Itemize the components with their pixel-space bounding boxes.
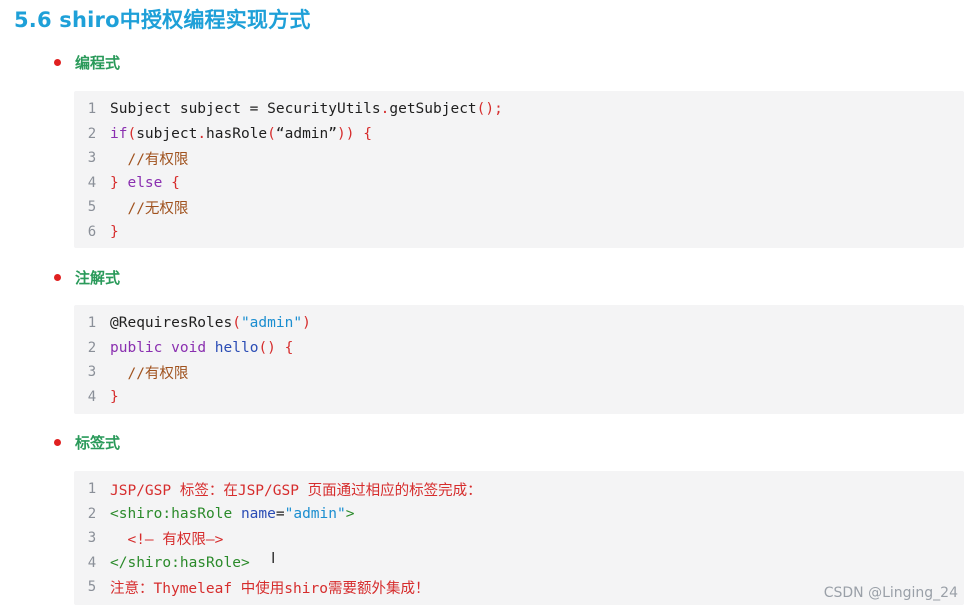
code-line: 2 if(subject.hasRole(“admin”)) { xyxy=(74,122,372,146)
code-text: JSP/GSP 标签：在JSP/GSP 页面通过相应的标签完成： xyxy=(110,479,482,500)
line-number: 1 xyxy=(87,101,97,117)
watermark: CSDN @Linging_24 xyxy=(823,585,958,601)
bullet-dot-icon xyxy=(54,438,61,446)
code-token: @RequiresRoles xyxy=(110,315,233,331)
line-number: 2 xyxy=(87,125,97,142)
code-text: } xyxy=(110,224,119,240)
line-number: 5 xyxy=(87,579,97,595)
code-line: 3 //有权限 xyxy=(74,360,189,384)
page-title: 5.6 shiro中授权编程实现方式 xyxy=(14,8,311,32)
line-number: 3 xyxy=(87,530,97,546)
code-block-annotation: 1 @RequiresRoles("admin") 2 public void hel… xyxy=(74,305,964,414)
code-token: hello xyxy=(214,339,259,356)
line-number: 3 xyxy=(87,150,97,166)
code-text: } else { xyxy=(110,175,180,191)
line-number: 2 xyxy=(87,339,97,356)
code-token: </shiro:hasRole> xyxy=(110,554,250,571)
code-token: )) { xyxy=(337,125,372,142)
code-token: { xyxy=(162,174,180,191)
code-token: JSP/GSP 标签：在JSP/GSP 页面通过相应的标签完成： xyxy=(110,482,482,499)
line-number: 4 xyxy=(87,174,97,191)
code-text: <shiro:hasRole name="admin"> xyxy=(110,506,354,522)
line-number: 3 xyxy=(87,364,97,380)
code-token: <shiro:hasRole xyxy=(110,505,241,522)
code-token: //有权限 xyxy=(110,151,189,168)
code-line: 2 public void hello() { xyxy=(74,336,294,360)
code-token: else xyxy=(127,174,163,191)
code-block-programmatic: 1 Subject subject = SecurityUtils.getSubj… xyxy=(74,91,964,248)
code-token: ( xyxy=(232,315,241,331)
code-token: subject xyxy=(136,125,198,142)
code-line: 3 <!— 有权限—> xyxy=(74,526,224,550)
code-token: “admin” xyxy=(275,125,337,142)
line-number: 6 xyxy=(87,223,97,240)
code-line: 4} else { xyxy=(74,171,180,195)
code-text: @RequiresRoles("admin") xyxy=(110,315,311,331)
code-line: 5 //无权限 xyxy=(74,195,189,219)
bullet-dot-icon xyxy=(54,58,61,66)
code-token: } xyxy=(110,174,128,191)
code-token: ( xyxy=(267,125,276,142)
code-token: ) xyxy=(302,315,311,331)
code-line: 4 </shiro:hasRole> xyxy=(74,551,250,575)
code-token: "admin" xyxy=(240,315,303,331)
code-token: if xyxy=(110,125,128,142)
code-token: = xyxy=(275,505,285,522)
code-line: 2 <shiro:hasRole name="admin"> xyxy=(74,502,355,526)
code-token: <!— 有权限—> xyxy=(110,531,224,548)
code-line: 3 //有权限 xyxy=(74,146,189,170)
code-token: "admin" xyxy=(284,505,346,522)
code-line: 6} xyxy=(74,220,119,244)
code-text: public void hello() { xyxy=(110,340,293,356)
section-label: 标签式 xyxy=(75,433,121,452)
line-number: 4 xyxy=(87,388,97,405)
code-line: 1 Subject subject = SecurityUtils.getSubj… xyxy=(74,97,503,121)
code-text: } xyxy=(110,389,119,405)
code-token: public xyxy=(110,339,163,356)
code-token: Subject subject = SecurityUtils xyxy=(110,101,381,117)
section-heading-programmatic: 编程式 xyxy=(54,50,120,74)
section-heading-tag: 标签式 xyxy=(54,430,120,454)
code-token: ( xyxy=(127,125,137,142)
code-line: 1 JSP/GSP 标签：在JSP/GSP 页面通过相应的标签完成： xyxy=(74,477,482,501)
code-token: 注意：Thymeleaf 中使用shiro需要额外集成！ xyxy=(110,580,430,597)
code-text: 注意：Thymeleaf 中使用shiro需要额外集成！ xyxy=(110,577,429,598)
code-text: //有权限 xyxy=(110,362,188,383)
code-token: () { xyxy=(258,339,294,356)
line-number: 1 xyxy=(87,315,97,331)
code-text: //无权限 xyxy=(110,197,188,218)
code-text: //有权限 xyxy=(110,148,188,169)
bullet-dot-icon xyxy=(54,273,61,281)
section-label: 注解式 xyxy=(75,268,121,287)
code-token: name xyxy=(240,505,276,522)
code-text: if(subject.hasRole(“admin”)) { xyxy=(110,126,372,142)
code-token: > xyxy=(345,505,355,522)
code-token: hasRole xyxy=(206,125,268,142)
line-number: 2 xyxy=(87,505,97,522)
code-token: } xyxy=(110,388,119,405)
text-cursor-icon: I xyxy=(271,549,276,567)
code-text: Subject subject = SecurityUtils.getSubje… xyxy=(110,101,503,117)
code-token: . xyxy=(197,125,207,142)
code-token: (); xyxy=(476,101,503,117)
code-line: 1 @RequiresRoles("admin") xyxy=(74,311,311,335)
code-token: void xyxy=(171,339,207,356)
code-text: </shiro:hasRole> xyxy=(110,555,250,571)
code-token: } xyxy=(110,223,119,240)
code-token: //无权限 xyxy=(110,200,189,217)
code-token: //有权限 xyxy=(110,365,189,382)
section-label: 编程式 xyxy=(75,53,121,72)
code-line: 4} xyxy=(74,385,119,409)
code-text: <!— 有权限—> xyxy=(110,528,223,549)
line-number: 5 xyxy=(87,199,97,215)
code-token: getSubject xyxy=(389,101,477,117)
section-heading-annotation: 注解式 xyxy=(54,265,120,289)
line-number: 1 xyxy=(87,481,97,497)
code-line: 5 注意：Thymeleaf 中使用shiro需要额外集成！ xyxy=(74,575,430,599)
line-number: 4 xyxy=(87,554,97,571)
